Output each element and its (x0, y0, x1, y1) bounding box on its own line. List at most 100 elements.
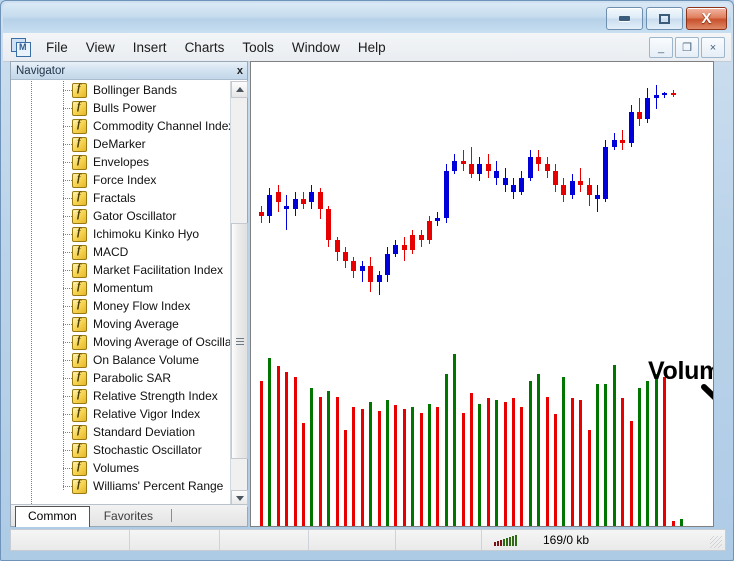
navigator-list-item[interactable]: Relative Vigor Index (11, 405, 225, 423)
navigator-list-item[interactable]: Moving Average of Oscillat (11, 333, 235, 351)
candle-body (301, 198, 306, 204)
menu-item-help[interactable]: Help (349, 37, 395, 58)
volume-bar (369, 401, 373, 526)
tree-elbow-icon (63, 180, 72, 181)
status-bar: 169/0 kb (10, 529, 726, 551)
mdi-window-controls: _ ❐ × (649, 37, 725, 58)
navigator-list-item[interactable]: Market Facilitation Index (11, 261, 225, 279)
maximize-button[interactable] (646, 7, 683, 30)
navigator-item-label: MACD (93, 245, 129, 259)
volume-bar (604, 384, 608, 526)
navigator-item-label: Momentum (93, 281, 154, 295)
navigator-list-item[interactable]: Moving Average (11, 315, 225, 333)
menu-item-file[interactable]: File (37, 37, 77, 58)
volume-bar (554, 414, 557, 526)
function-icon (72, 172, 87, 188)
navigator-close-icon[interactable]: x (237, 64, 243, 78)
navigator-list-item[interactable]: Standard Deviation (11, 423, 225, 441)
function-icon (72, 388, 87, 404)
signal-bar (512, 536, 514, 546)
tab-favorites[interactable]: Favorites (94, 507, 163, 526)
close-button[interactable]: X (686, 7, 727, 30)
tab-common[interactable]: Common (15, 506, 90, 527)
navigator-list-item[interactable]: Force Index (11, 171, 225, 189)
maximize-icon (659, 13, 670, 24)
annotation-arrow-icon (701, 384, 713, 400)
minimize-button[interactable] (606, 7, 643, 30)
navigator-scrollbar[interactable] (230, 81, 248, 507)
volume-bar (411, 407, 415, 526)
candle-body (376, 274, 382, 282)
navigator-item-label: Standard Deviation (93, 425, 196, 439)
title-bar: X (3, 3, 731, 33)
candle-wick (597, 184, 598, 213)
candle-body (326, 208, 332, 241)
function-icon (72, 406, 87, 422)
chart-window[interactable]: Volumes Indicator (250, 61, 714, 527)
navigator-list-item[interactable]: Relative Strength Index (11, 387, 225, 405)
menu-item-insert[interactable]: Insert (124, 37, 176, 58)
function-icon (72, 460, 87, 476)
navigator-list-item[interactable]: Bollinger Bands (11, 81, 225, 99)
mdi-minimize-button[interactable]: _ (649, 37, 673, 58)
navigator-item-label: Relative Vigor Index (93, 407, 201, 421)
navigator-list-item[interactable]: Envelopes (11, 153, 225, 171)
chart-annotation-label: Volumes Indicator (648, 357, 713, 385)
scrollbar-thumb[interactable] (231, 223, 248, 459)
candle-body (460, 160, 466, 165)
function-icon (72, 82, 87, 98)
mdi-close-button[interactable]: × (701, 37, 725, 58)
function-icon (72, 316, 87, 332)
navigator-item-list: Bollinger Bands Bulls Power Commodity Chan… (11, 81, 235, 495)
navigator-list-item[interactable]: Williams' Percent Range (11, 477, 225, 495)
navigator-item-label: Stochastic Oscillator (93, 443, 202, 457)
signal-bar (497, 541, 499, 546)
volume-bar (621, 398, 625, 526)
volume-bar (646, 380, 650, 526)
menu-item-tools[interactable]: Tools (233, 37, 283, 58)
volume-bar (638, 387, 641, 526)
window-controls: X (606, 7, 727, 30)
function-icon (72, 208, 87, 224)
chevron-up-icon (235, 87, 244, 92)
resize-grip-icon[interactable] (710, 536, 722, 548)
navigator-list-item[interactable]: Parabolic SAR (11, 369, 225, 387)
candle-body (603, 146, 609, 199)
volume-bar (654, 373, 658, 526)
candle-body (351, 260, 357, 272)
menu-item-view[interactable]: View (77, 37, 124, 58)
navigator-list-item[interactable]: Bulls Power (11, 99, 225, 117)
navigator-list-item[interactable]: Commodity Channel Index (11, 117, 234, 135)
navigator-list-item[interactable]: Momentum (11, 279, 225, 297)
mdi-restore-button[interactable]: ❐ (675, 37, 699, 58)
candle-body (443, 171, 449, 218)
candle-body (317, 191, 323, 209)
navigator-list-item[interactable]: Volumes (11, 459, 225, 477)
scroll-up-button[interactable] (231, 81, 248, 98)
navigator-list-item[interactable]: MACD (11, 243, 225, 261)
navigator-list-item[interactable]: DeMarker (11, 135, 225, 153)
status-cell-4 (309, 530, 395, 550)
function-icon (72, 100, 87, 116)
function-icon (72, 190, 87, 206)
menu-item-window[interactable]: Window (283, 37, 349, 58)
navigator-panel: Navigator x Bollinger Bands Bulls Power Co… (10, 61, 248, 527)
candlestick-price-pane (251, 62, 713, 338)
volume-bar (461, 412, 465, 526)
candle-body (511, 184, 516, 192)
navigator-list-item[interactable]: Ichimoku Kinko Hyo (11, 225, 225, 243)
volume-bar (293, 377, 297, 526)
navigator-list-item[interactable]: Fractals (11, 189, 225, 207)
candle-body (477, 164, 483, 175)
candle-body (502, 177, 508, 185)
navigator-list-item[interactable]: Money Flow Index (11, 297, 225, 315)
navigator-item-label: Commodity Channel Index (93, 119, 235, 133)
menu-item-charts[interactable]: Charts (176, 37, 234, 58)
navigator-list-item[interactable]: Stochastic Oscillator (11, 441, 225, 459)
navigator-list-item[interactable]: Gator Oscillator (11, 207, 225, 225)
navigator-list-item[interactable]: On Balance Volume (11, 351, 225, 369)
volume-bar (562, 377, 566, 526)
candle-body (385, 253, 390, 275)
tree-elbow-icon (63, 378, 72, 379)
navigator-item-label: Ichimoku Kinko Hyo (93, 227, 200, 241)
